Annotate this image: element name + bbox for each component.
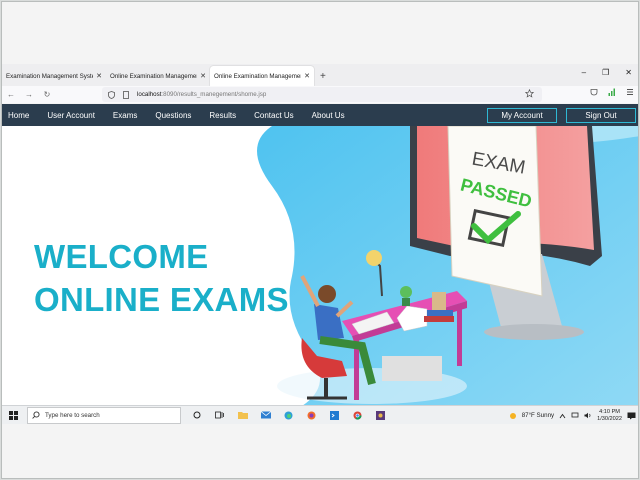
welcome-heading: WELCOME [34, 238, 209, 275]
task-view-icon [215, 411, 224, 419]
circle-icon [193, 411, 200, 419]
back-button[interactable]: ← [2, 90, 20, 99]
edge-button[interactable] [277, 411, 300, 420]
desktop-screen: Examination Management System ✕ Online E… [1, 1, 639, 479]
chrome-button[interactable] [346, 411, 369, 420]
browser-tab-1[interactable]: Examination Management System ✕ [2, 66, 106, 86]
browser-tab-3-active[interactable]: Online Examination Management S ✕ [210, 66, 314, 86]
clock-date: 1/30/2022 [597, 415, 622, 422]
site-navbar: Home User Account Exams Questions Result… [2, 104, 638, 126]
weather-text[interactable]: 87°F Sunny [522, 412, 554, 419]
plant-pot [402, 298, 410, 306]
network-icon[interactable] [571, 412, 579, 419]
tab-title: Examination Management System [6, 72, 94, 80]
address-bar[interactable]: localhost:8090/results_manegement/shome.… [102, 87, 542, 102]
exam-passed-sign: EXAM PASSED [447, 126, 543, 297]
start-button[interactable] [2, 410, 25, 420]
mail-button[interactable] [254, 411, 277, 419]
edge-icon [284, 411, 293, 419]
vscode-button[interactable] [323, 410, 346, 420]
chrome-icon [353, 411, 362, 420]
url-host: localhost [137, 91, 162, 98]
hourglass-icon [432, 292, 446, 310]
book-2 [427, 310, 453, 316]
signal-bars-icon[interactable] [608, 88, 616, 96]
firefox-icon [307, 411, 316, 419]
clock[interactable]: 4:10 PM 1/30/2022 [597, 409, 622, 423]
url-path: :8090/results_manegement/shome.jsp [161, 91, 267, 98]
close-icon[interactable]: ✕ [304, 72, 310, 80]
weather-sun-icon [509, 412, 516, 419]
tab-title: Online Examination Management S [110, 72, 197, 80]
new-tab-button[interactable]: + [314, 71, 332, 86]
app-button[interactable] [369, 410, 392, 420]
browser-tab-2[interactable]: Online Examination Management S ✕ [106, 66, 210, 86]
mail-icon [260, 411, 271, 419]
file-explorer-button[interactable] [231, 411, 254, 419]
taskbar-search[interactable]: Type here to search [27, 406, 181, 424]
my-account-button[interactable]: My Account [487, 108, 557, 123]
bottom-margin [2, 424, 638, 478]
close-icon[interactable]: ✕ [200, 72, 206, 80]
notification-icon[interactable] [627, 412, 636, 420]
windows-taskbar: Type here to search 87°F Sunny 4:10 PM 1… [2, 405, 638, 425]
maximize-button[interactable]: ❐ [602, 68, 609, 77]
nav-home[interactable]: Home [8, 111, 29, 120]
code-editor-icon [330, 410, 339, 420]
shield-icon[interactable] [108, 90, 115, 99]
nav-exams[interactable]: Exams [113, 111, 137, 120]
browser-navbar: ← → ↻ localhost:8090/results_manegement/… [2, 86, 638, 103]
menu-icon[interactable] [626, 88, 634, 96]
top-margin [2, 2, 638, 64]
firefox-button[interactable] [300, 411, 323, 420]
volume-icon[interactable] [584, 412, 592, 419]
windows-logo-icon [9, 410, 18, 420]
minimize-button[interactable]: – [582, 68, 586, 77]
nav-user-account[interactable]: User Account [47, 111, 95, 120]
reload-button[interactable]: ↻ [38, 90, 56, 99]
nav-results[interactable]: Results [209, 111, 236, 120]
close-window-button[interactable]: ✕ [625, 68, 632, 77]
browser-tab-strip: Examination Management System ✕ Online E… [2, 64, 638, 86]
tab-title: Online Examination Management S [214, 72, 301, 80]
clock-time: 4:10 PM [599, 408, 620, 415]
book-1 [424, 316, 454, 322]
online-exams-heading: ONLINE EXAMS [34, 281, 289, 318]
url-icons [108, 90, 129, 99]
extension-icons [590, 88, 634, 96]
chevron-up-icon[interactable] [559, 413, 566, 419]
close-icon[interactable]: ✕ [96, 72, 102, 80]
search-icon [32, 411, 40, 419]
folder-icon [237, 412, 248, 419]
nav-about-us[interactable]: About Us [312, 111, 345, 120]
window-controls: – ❐ ✕ [582, 68, 632, 77]
search-placeholder: Type here to search [45, 411, 100, 419]
hero-banner: EXAM PASSED WELCOME ONLINE EXAMS [2, 126, 638, 406]
cortana-button[interactable] [185, 411, 208, 419]
nav-contact-us[interactable]: Contact Us [254, 111, 294, 120]
system-tray: 87°F Sunny 4:10 PM 1/30/2022 [509, 406, 636, 425]
sign-out-button[interactable]: Sign Out [566, 108, 636, 123]
bookmark-star-icon[interactable] [525, 89, 534, 98]
forward-button[interactable]: → [20, 90, 38, 99]
pocket-icon[interactable] [590, 88, 598, 96]
nav-questions[interactable]: Questions [155, 111, 191, 120]
page-icon[interactable] [123, 90, 129, 99]
app-icon [376, 410, 385, 420]
task-view-button[interactable] [208, 411, 231, 419]
